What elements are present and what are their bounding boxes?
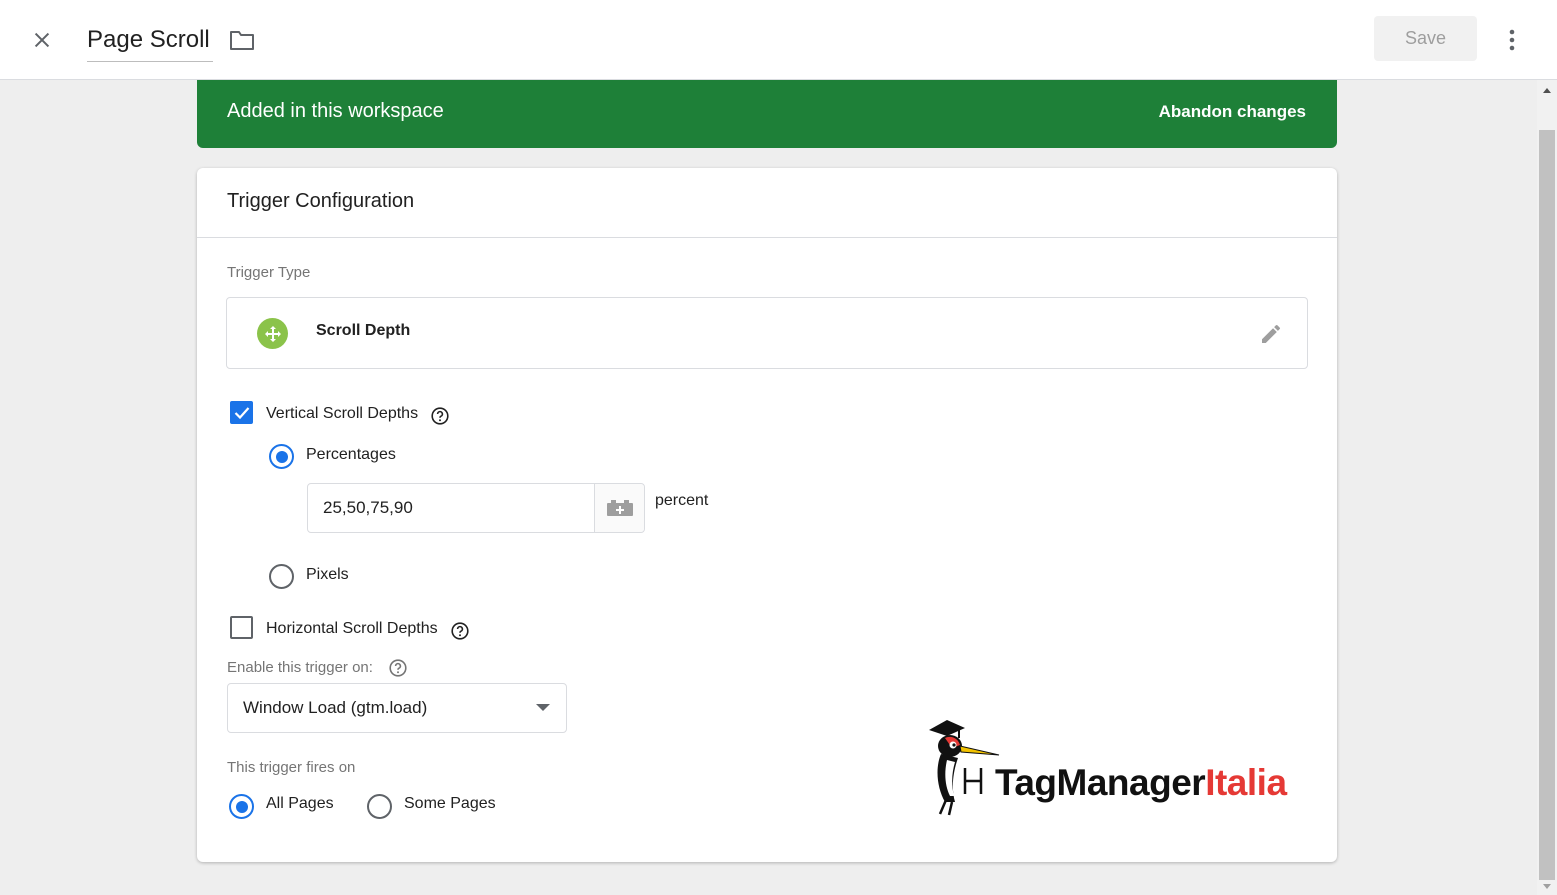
close-icon — [34, 32, 50, 48]
enable-trigger-label: Enable this trigger on: — [227, 659, 373, 676]
horizontal-scroll-checkbox[interactable] — [230, 616, 253, 639]
folder-icon — [230, 31, 254, 50]
top-bar: Page Scroll Save — [0, 0, 1557, 80]
some-pages-label: Some Pages — [404, 795, 496, 812]
percentages-input[interactable] — [308, 484, 594, 532]
percentages-input-group — [307, 483, 645, 533]
enable-trigger-select[interactable]: Window Load (gtm.load) — [227, 683, 567, 733]
woodpecker-mascot-icon — [929, 720, 1000, 816]
variable-picker-button[interactable] — [594, 484, 644, 532]
help-icon[interactable] — [431, 407, 449, 425]
percentages-label: Percentages — [306, 446, 396, 463]
horizontal-scroll-label: Horizontal Scroll Depths — [266, 620, 438, 637]
check-icon — [234, 406, 249, 419]
pixels-label: Pixels — [306, 566, 349, 583]
vertical-scroll-checkbox[interactable] — [230, 401, 253, 424]
help-icon[interactable] — [389, 659, 407, 677]
workspace-banner: Added in this workspace Abandon changes — [197, 80, 1337, 148]
banner-text: Added in this workspace — [227, 100, 444, 122]
folder-button[interactable] — [226, 24, 258, 56]
edit-icon[interactable] — [1257, 320, 1285, 348]
close-button[interactable] — [22, 20, 62, 60]
tagmanageritalia-logo: TagManagerItalia — [925, 718, 1295, 818]
fires-on-label: This trigger fires on — [227, 759, 356, 776]
card-title: Trigger Configuration — [227, 190, 415, 212]
save-button[interactable]: Save — [1374, 16, 1477, 61]
pixels-radio[interactable] — [269, 564, 294, 589]
scroll-up-arrow[interactable] — [1537, 80, 1557, 100]
title-field[interactable]: Page Scroll — [87, 22, 213, 62]
all-pages-label: All Pages — [266, 795, 334, 812]
enable-trigger-value: Window Load (gtm.load) — [243, 698, 428, 717]
some-pages-radio[interactable] — [367, 794, 392, 819]
variable-brick-icon — [606, 500, 633, 516]
trigger-type-name: Scroll Depth — [316, 322, 411, 339]
unit-label: percent — [655, 492, 709, 509]
page-title: Page Scroll — [87, 26, 210, 53]
trigger-type-selector[interactable]: Scroll Depth — [226, 297, 1308, 369]
dropdown-arrow-icon — [536, 704, 550, 711]
trigger-configuration-card: Trigger Configuration Trigger Type Scrol… — [197, 168, 1337, 862]
percentages-radio[interactable] — [269, 444, 294, 469]
scroll-thumb[interactable] — [1539, 130, 1555, 880]
trigger-type-label: Trigger Type — [227, 264, 311, 281]
scroll-depth-icon — [257, 318, 288, 349]
more-vert-icon — [1509, 29, 1515, 51]
card-header: Trigger Configuration — [197, 168, 1337, 238]
vertical-scroll-label: Vertical Scroll Depths — [266, 405, 419, 422]
scroll-down-arrow[interactable] — [1537, 879, 1557, 895]
help-icon[interactable] — [451, 622, 469, 640]
all-pages-radio[interactable] — [229, 794, 254, 819]
abandon-changes-button[interactable]: Abandon changes — [1159, 102, 1306, 122]
scrollbar[interactable] — [1537, 80, 1557, 895]
logo-wordmark: TagManagerItalia — [995, 762, 1287, 803]
more-options-button[interactable] — [1496, 20, 1528, 60]
